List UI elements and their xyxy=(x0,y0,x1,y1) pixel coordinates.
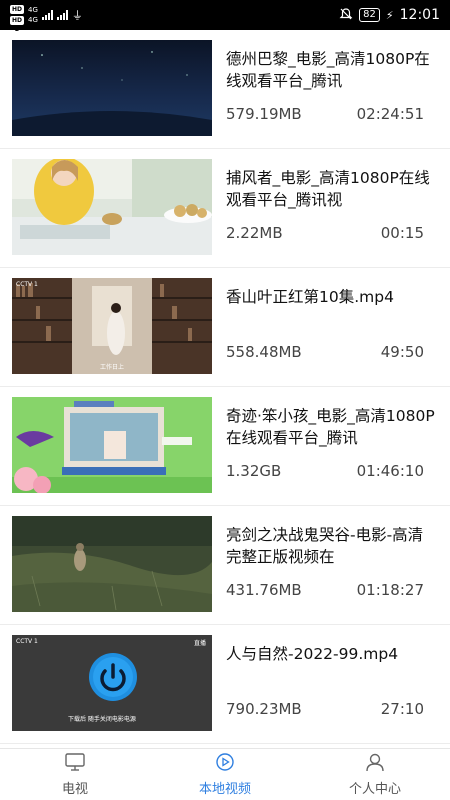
net1-label: 4G xyxy=(28,6,38,14)
video-thumbnail[interactable]: CCTV 1 直播 下载后 随手关闭电影电源 xyxy=(12,635,212,731)
tab-tv[interactable]: 电视 xyxy=(0,749,150,800)
video-thumbnail[interactable] xyxy=(12,397,212,493)
video-title: 捕风者_电影_高清1080P在线观看平台_腾讯视 xyxy=(226,169,430,209)
video-title: 人与自然-2022-99.mp4 xyxy=(226,645,399,663)
tab-tv-label: 电视 xyxy=(61,782,88,797)
video-size: 579.19MB xyxy=(226,105,302,123)
tab-local-video[interactable]: 本地视频 xyxy=(150,749,300,800)
signal-icon xyxy=(41,10,53,20)
usb-icon: ⏚ xyxy=(71,9,83,22)
tab-profile[interactable]: 个人中心 xyxy=(300,749,450,800)
live-badge: 直播 xyxy=(193,640,206,647)
video-duration: 02:24:51 xyxy=(356,105,424,123)
user-icon xyxy=(364,752,386,776)
video-thumbnail[interactable] xyxy=(12,40,212,136)
charging-icon: ⚡ xyxy=(385,8,394,22)
video-item[interactable]: CCTV 1 直播 下载后 随手关闭电影电源 人与自然-2022-99.mp4 … xyxy=(0,625,450,744)
channel-logo: CCTV 1 xyxy=(16,281,38,288)
video-duration: 00:15 xyxy=(380,224,424,242)
battery-level: 82 xyxy=(359,8,380,22)
video-title: 奇迹·笨小孩_电影_高清1080P在线观看平台_腾讯 xyxy=(226,407,435,447)
video-title: 亮剑之决战鬼哭谷-电影-高清完整正版视频在 xyxy=(226,526,424,566)
video-duration: 49:50 xyxy=(380,343,424,361)
mute-icon xyxy=(339,7,353,24)
video-duration: 01:46:10 xyxy=(356,462,424,480)
tab-profile-label: 个人中心 xyxy=(348,782,401,797)
net2-label: 4G xyxy=(28,16,38,24)
video-size: 1.32GB xyxy=(226,462,282,480)
sim1-badge: HD 1 xyxy=(10,5,24,22)
bottom-tab-bar: 电视 本地视频 个人中心 xyxy=(0,748,450,800)
tv-icon xyxy=(64,752,86,776)
signal-icon xyxy=(56,10,68,20)
subtitle-caption: 下载后 随手关闭电影电源 xyxy=(68,716,136,723)
sim2-badge: HD 2 xyxy=(10,16,24,33)
channel-logo: CCTV 1 xyxy=(16,638,38,645)
video-list[interactable]: 德州巴黎_电影_高清1080P在线观看平台_腾讯 579.19MB 02:24:… xyxy=(0,30,450,748)
video-duration: 27:10 xyxy=(380,700,424,718)
video-duration: 01:18:27 xyxy=(356,581,424,599)
video-item[interactable]: 捕风者_电影_高清1080P在线观看平台_腾讯视 2.22MB 00:15 xyxy=(0,149,450,268)
play-circle-icon xyxy=(214,752,236,776)
video-size: 790.23MB xyxy=(226,700,302,718)
video-thumbnail[interactable] xyxy=(12,159,212,255)
video-thumbnail[interactable]: CCTV 1 工作日上 xyxy=(12,278,212,374)
video-title: 德州巴黎_电影_高清1080P在线观看平台_腾讯 xyxy=(226,50,430,90)
video-item[interactable]: 亮剑之决战鬼哭谷-电影-高清完整正版视频在 431.76MB 01:18:27 xyxy=(0,506,450,625)
tab-local-video-label: 本地视频 xyxy=(198,782,251,797)
clock: 12:01 xyxy=(399,7,440,23)
video-size: 431.76MB xyxy=(226,581,302,599)
video-size: 2.22MB xyxy=(226,224,283,242)
video-item[interactable]: 德州巴黎_电影_高清1080P在线观看平台_腾讯 579.19MB 02:24:… xyxy=(0,30,450,149)
status-bar: HD 1 HD 2 4G 4G ⏚ 82 ⚡ 12:01 xyxy=(0,0,450,33)
video-item[interactable]: 奇迹·笨小孩_电影_高清1080P在线观看平台_腾讯 1.32GB 01:46:… xyxy=(0,387,450,506)
video-title: 香山叶正红第10集.mp4 xyxy=(226,288,394,306)
subtitle-caption: 工作日上 xyxy=(100,364,125,371)
video-thumbnail[interactable] xyxy=(12,516,212,612)
video-item[interactable]: CCTV 1 工作日上 香山叶正红第10集.mp4 558.48MB 49:50 xyxy=(0,268,450,387)
video-size: 558.48MB xyxy=(226,343,302,361)
